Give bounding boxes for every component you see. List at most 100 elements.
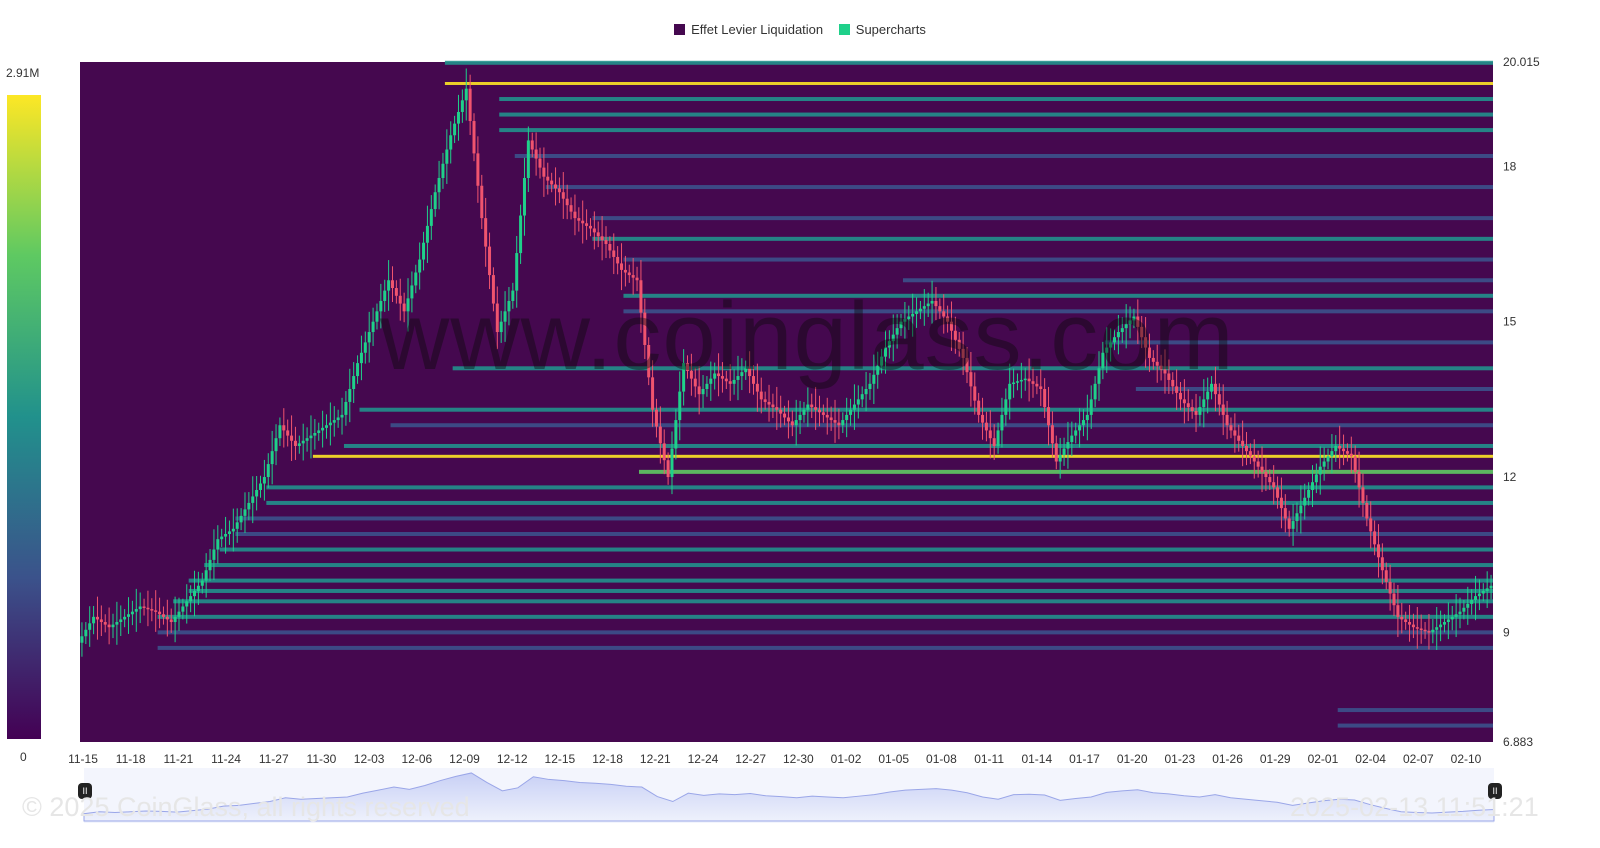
candle-body: [833, 420, 837, 423]
candle-body: [519, 215, 523, 254]
candle-body: [356, 363, 360, 377]
candle-body: [992, 438, 996, 446]
candle-body: [612, 250, 616, 257]
candle-body: [981, 414, 985, 423]
candle-body: [468, 88, 472, 122]
candle-body: [585, 223, 589, 226]
candle-body: [1489, 585, 1493, 589]
candle-body: [1353, 456, 1357, 472]
candle-body: [961, 348, 965, 358]
candle-body: [973, 386, 977, 401]
candle-body: [887, 341, 891, 348]
candle-body: [336, 417, 340, 421]
x-tick-label: 12-24: [688, 752, 719, 766]
candle-body: [200, 580, 204, 586]
candle-body: [398, 295, 402, 304]
candle-body: [243, 509, 247, 516]
candle-body: [1229, 425, 1233, 431]
x-tick-label: 11-18: [116, 752, 146, 766]
candle-body: [1260, 466, 1264, 472]
candle-body: [1031, 381, 1035, 384]
candle-body: [123, 616, 127, 620]
candle-body: [1027, 378, 1031, 382]
candle-body: [1190, 407, 1194, 412]
candle-body: [340, 414, 344, 418]
candle-body: [224, 533, 228, 537]
candle-body: [507, 300, 511, 312]
candle-body: [658, 426, 662, 444]
candle-body: [1388, 581, 1392, 594]
candle-body: [239, 515, 243, 523]
candle-body: [1485, 588, 1489, 591]
candle-body: [1113, 337, 1117, 343]
candle-body: [1334, 445, 1338, 452]
candle-body: [674, 420, 678, 449]
candle-body: [445, 149, 449, 164]
x-tick-label: 01-08: [926, 752, 957, 766]
candle-body: [845, 414, 849, 421]
candle-body: [988, 430, 992, 439]
candle-body: [736, 376, 740, 380]
candle-body: [193, 590, 197, 597]
candle-body: [957, 339, 961, 349]
candle-body: [1136, 316, 1140, 327]
plot-background: [80, 62, 1493, 742]
liquidation-level: [545, 185, 1493, 190]
candle-body: [1015, 381, 1019, 383]
candle-body: [290, 435, 294, 441]
candle-body: [480, 185, 484, 219]
candle-body: [627, 272, 631, 276]
candle-body: [526, 140, 530, 178]
candle-body: [134, 609, 138, 612]
liquidation-level: [219, 547, 1493, 552]
x-tick-label: 11-24: [211, 752, 241, 766]
candle-body: [515, 253, 519, 291]
candle-body: [926, 303, 930, 307]
candle-body: [693, 378, 697, 387]
candle-body: [1287, 518, 1291, 529]
y-tick-label: 6.883: [1503, 735, 1533, 749]
candle-body: [1241, 440, 1245, 446]
x-tick-label: 12-09: [449, 752, 480, 766]
liquidation-level: [1337, 708, 1493, 713]
candle-body: [682, 363, 686, 392]
liquidation-level: [157, 645, 1494, 650]
candle-body: [825, 414, 829, 418]
candle-body: [150, 609, 154, 611]
candle-body: [1256, 461, 1260, 467]
candle-body: [449, 135, 453, 150]
liquidation-level: [1135, 387, 1493, 392]
candle-body: [1376, 544, 1380, 558]
candle-body: [915, 311, 919, 314]
candle-body: [775, 407, 779, 410]
candle-body: [1213, 383, 1217, 395]
candle-body: [891, 334, 895, 342]
candle-body: [918, 308, 922, 312]
candle-body: [402, 303, 406, 312]
candle-body: [546, 176, 550, 181]
x-tick-label: 02-10: [1451, 752, 1482, 766]
candle-body: [1322, 461, 1326, 467]
candle-body: [1411, 624, 1415, 628]
candle-body: [212, 549, 216, 560]
candle-body: [255, 489, 259, 497]
candle-body: [1439, 624, 1443, 628]
candle-body: [1415, 627, 1419, 629]
candle-body: [1140, 326, 1144, 338]
candle-body: [1198, 407, 1202, 415]
candle-body: [720, 376, 724, 379]
candle-body: [1210, 383, 1214, 392]
candle-body: [1070, 435, 1074, 443]
candle-body: [464, 88, 468, 101]
candle-body: [1206, 391, 1210, 400]
copyright-text: © 2025 CoinGlass, all rights reserved: [22, 792, 470, 822]
candle-body: [1155, 361, 1159, 366]
candle-body: [732, 379, 736, 384]
candle-body: [173, 616, 177, 623]
candle-body: [1004, 399, 1008, 415]
candle-body: [1054, 443, 1058, 462]
candle-body: [216, 539, 220, 550]
candle-body: [786, 417, 790, 422]
candle-body: [573, 211, 577, 219]
x-tick-label: 12-21: [640, 752, 671, 766]
